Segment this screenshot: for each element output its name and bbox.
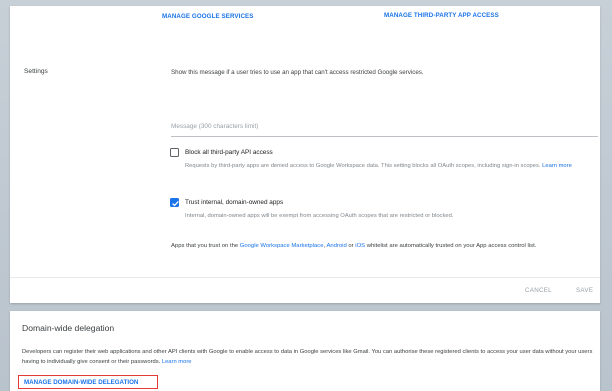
trust-internal-title: Trust internal, domain-owned apps bbox=[185, 199, 284, 206]
checkmark-icon bbox=[172, 200, 179, 207]
learn-more-link[interactable]: Learn more bbox=[542, 163, 572, 169]
top-links-bar: MANAGE GOOGLE SERVICES MANAGE THIRD-PART… bbox=[162, 6, 602, 26]
android-link[interactable]: Android bbox=[326, 243, 346, 249]
trust-internal-checkbox[interactable] bbox=[170, 198, 179, 207]
domain-wide-delegation-description: Developers can register their web applic… bbox=[22, 348, 602, 367]
block-third-party-checkbox[interactable] bbox=[170, 148, 179, 157]
cancel-button[interactable]: CANCEL bbox=[525, 287, 552, 294]
domain-wide-delegation-title: Domain-wide delegation bbox=[22, 323, 115, 333]
trust-note-prefix: Apps that you trust on the bbox=[171, 243, 240, 249]
manage-domain-wide-delegation-link[interactable]: MANAGE DOMAIN-WIDE DELEGATION bbox=[18, 375, 158, 389]
settings-description: Show this message if a user tries to use… bbox=[171, 69, 424, 76]
save-button[interactable]: SAVE bbox=[576, 287, 593, 294]
manage-google-services-link[interactable]: MANAGE GOOGLE SERVICES bbox=[162, 13, 253, 20]
trusted-apps-note: Apps that you trust on the Google Worksp… bbox=[171, 241, 591, 251]
block-third-party-description-text: Requests by third-party apps are denied … bbox=[185, 163, 541, 169]
actions-divider bbox=[10, 277, 600, 278]
ios-link[interactable]: iOS bbox=[355, 243, 365, 249]
dwd-description-text: Developers can register their web applic… bbox=[22, 349, 593, 365]
trust-note-suffix: whitelist are automatically trusted on y… bbox=[365, 243, 537, 249]
api-controls-card bbox=[10, 6, 600, 303]
manage-third-party-app-access-link[interactable]: MANAGE THIRD-PARTY APP ACCESS bbox=[384, 12, 499, 19]
trust-internal-description: Internal, domain-owned apps will be exem… bbox=[185, 213, 454, 219]
message-input[interactable] bbox=[171, 118, 598, 137]
settings-label: Settings bbox=[24, 68, 48, 75]
block-third-party-title: Block all third-party API access bbox=[185, 149, 273, 156]
block-third-party-description: Requests by third-party apps are denied … bbox=[185, 162, 595, 172]
marketplace-link[interactable]: Google Workspace Marketplace bbox=[240, 243, 324, 249]
dwd-learn-more-link[interactable]: Learn more bbox=[162, 359, 192, 365]
trust-note-or: or bbox=[346, 243, 356, 249]
